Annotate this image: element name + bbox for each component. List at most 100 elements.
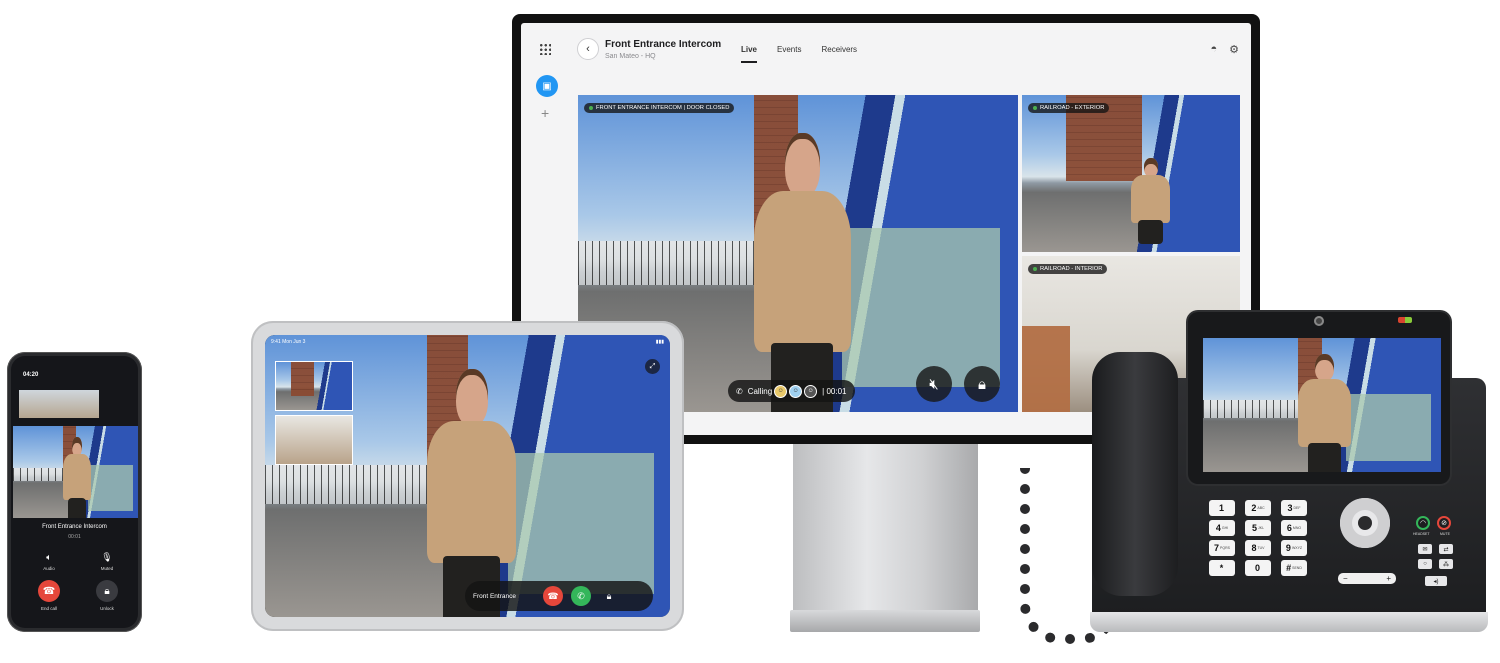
visitor-figure xyxy=(1298,354,1351,472)
desk-phone-camera-feed[interactable] xyxy=(1203,338,1441,472)
topbar-actions: ◓ ⚙ xyxy=(1210,43,1239,56)
monitor-stand-base xyxy=(790,610,980,632)
key-3[interactable]: 3 DEF xyxy=(1281,500,1307,516)
live-dot-icon xyxy=(1033,106,1037,110)
end-call-button[interactable]: ☎ End call xyxy=(29,580,69,611)
tab-live[interactable]: Live xyxy=(741,45,758,63)
tablet-thumbnail-interior[interactable] xyxy=(275,415,353,465)
avatar: ☺ xyxy=(774,384,788,398)
avatar: ☺ xyxy=(804,384,818,398)
phone-icon: ✆ xyxy=(577,590,585,601)
tab-bar: Live Events Receivers xyxy=(741,45,857,63)
headset-label: HEADSET xyxy=(1413,532,1430,536)
live-dot-icon xyxy=(589,106,593,110)
key-9[interactable]: 9 WXYZ xyxy=(1281,540,1307,556)
sidebar-add-button[interactable]: + xyxy=(541,105,549,121)
headset-button[interactable]: ◠ xyxy=(1416,516,1430,530)
hold-key[interactable]: ○ xyxy=(1418,559,1432,569)
phone-hangup-icon: ☎ xyxy=(547,590,559,601)
volume-control[interactable]: − + xyxy=(1338,573,1396,584)
call-timer: | 00:01 xyxy=(822,386,847,396)
audio-button[interactable]: 🔈︎ Audio xyxy=(29,552,69,571)
speaker-key[interactable]: ◂) xyxy=(1425,576,1447,586)
mic-muted-icon: ⊘ xyxy=(1441,520,1447,527)
call-status-text: Calling xyxy=(747,386,773,396)
volume-down-button[interactable]: − xyxy=(1343,574,1348,583)
interior-feed-label: RAILROAD - INTERIOR xyxy=(1028,264,1108,274)
battery-icon: ▮▮▮ xyxy=(655,339,664,345)
desk-phone-tray xyxy=(1090,612,1488,632)
visitor-figure xyxy=(754,133,851,412)
desk-phone-handset[interactable] xyxy=(1092,352,1178,596)
speaker-icon: 🔈︎ xyxy=(46,552,52,562)
transfer-icon: ⇄ xyxy=(1443,546,1449,553)
phone-thumbnail-feed[interactable] xyxy=(19,390,99,418)
smartphone-device: 04:20 Front Entrance Intercom 00:01 🔈︎ A… xyxy=(7,352,142,632)
tablet-device: 9:41 Mon Jun 3 ▮▮▮ ⤢ Front Entrance ☎ ✆ … xyxy=(251,321,684,631)
live-dot-icon xyxy=(1033,267,1037,271)
key-4[interactable]: 4 GHI xyxy=(1209,520,1235,536)
monitor-stand xyxy=(793,444,978,612)
intercom-icon: ▣ xyxy=(542,80,552,92)
call-timer: 00:01 xyxy=(68,534,81,540)
back-button[interactable]: ‹ xyxy=(577,38,599,60)
tab-events[interactable]: Events xyxy=(777,45,801,63)
camera-dome-icon[interactable]: ◓ xyxy=(1210,43,1217,56)
mute-label: MUTE xyxy=(1440,532,1450,536)
tab-receivers[interactable]: Receivers xyxy=(821,45,857,63)
navigation-pad[interactable] xyxy=(1340,498,1390,548)
exterior-feed-label: RAILROAD - EXTERIOR xyxy=(1028,103,1110,113)
headset-icon: ◠ xyxy=(1419,520,1427,527)
lock-icon: 🔒︎ xyxy=(978,375,986,393)
conference-key[interactable]: ⁂ xyxy=(1439,559,1453,569)
tablet-thumbnail-exterior[interactable] xyxy=(275,361,353,411)
visitor-figure xyxy=(427,368,517,617)
app-grid-icon[interactable] xyxy=(539,43,551,55)
visitor-figure xyxy=(1131,157,1171,245)
dial-keypad: 1 2 ABC 3 DEF 4 GHI 5 JKL 6 MNO 7 PQRS 8 TUV 9W… xyxy=(1209,500,1307,576)
lock-icon: 🔒︎ xyxy=(96,580,118,602)
mute-speaker-button[interactable]: 🔇︎ xyxy=(916,366,952,402)
expand-icon: ⤢ xyxy=(649,362,656,370)
answer-call-button[interactable]: ✆ xyxy=(571,586,591,606)
mute-button[interactable]: 🎙︎ Muted xyxy=(87,552,127,571)
key-5[interactable]: 5 JKL xyxy=(1245,520,1271,536)
railroad-exterior-feed[interactable]: RAILROAD - EXTERIOR xyxy=(1022,95,1240,252)
mic-muted-icon: 🎙︎ xyxy=(101,552,113,562)
gear-icon[interactable]: ⚙ xyxy=(1229,43,1239,56)
key-2[interactable]: 2 ABC xyxy=(1245,500,1271,516)
fullscreen-button[interactable]: ⤢ xyxy=(645,359,660,374)
key-8[interactable]: 8 TUV xyxy=(1245,540,1271,556)
phone-ringing-icon: ✆ xyxy=(736,386,743,396)
key-0[interactable]: 0 xyxy=(1245,560,1271,576)
mute-button[interactable]: ⊘ xyxy=(1437,516,1451,530)
key-7[interactable]: 7 PQRS xyxy=(1209,540,1235,556)
page-subtitle: San Mateo - HQ xyxy=(605,53,656,60)
sidebar-intercom-button[interactable]: ▣ xyxy=(536,75,558,97)
main-feed-label: FRONT ENTRANCE INTERCOM | DOOR CLOSED xyxy=(584,103,735,113)
message-key[interactable]: ✉ xyxy=(1418,544,1432,554)
camera-lens-icon xyxy=(1314,316,1324,326)
volume-up-button[interactable]: + xyxy=(1386,574,1391,583)
phone-screen: 04:20 Front Entrance Intercom 00:01 🔈︎ A… xyxy=(11,356,138,628)
conference-icon: ⁂ xyxy=(1443,561,1449,568)
tablet-call-bar: Front Entrance ☎ ✆ 🔒︎ xyxy=(465,581,653,611)
unlock-door-button[interactable]: 🔒︎ xyxy=(964,366,1000,402)
key-star[interactable]: * xyxy=(1209,560,1235,576)
speaker-icon: ◂) xyxy=(1433,578,1439,585)
unlock-button[interactable]: 🔒︎ Unlock xyxy=(87,580,127,611)
transfer-key[interactable]: ⇄ xyxy=(1439,544,1453,554)
key-hash[interactable]: # SEND xyxy=(1281,560,1307,576)
caller-name: Front Entrance Intercom xyxy=(42,524,107,530)
key-6[interactable]: 6 MNO xyxy=(1281,520,1307,536)
envelope-icon: ✉ xyxy=(1422,546,1428,553)
unlock-button[interactable]: 🔒︎ xyxy=(599,586,619,606)
phone-camera-feed[interactable] xyxy=(13,426,138,518)
key-1[interactable]: 1 xyxy=(1209,500,1235,516)
product-showcase: ‹ Front Entrance Intercom San Mateo - HQ… xyxy=(0,0,1500,663)
visitor-figure xyxy=(63,437,91,518)
circle-icon: ○ xyxy=(1423,561,1427,567)
call-label: Front Entrance xyxy=(473,592,516,600)
end-call-button[interactable]: ☎ xyxy=(543,586,563,606)
lock-icon: 🔒︎ xyxy=(606,590,612,601)
